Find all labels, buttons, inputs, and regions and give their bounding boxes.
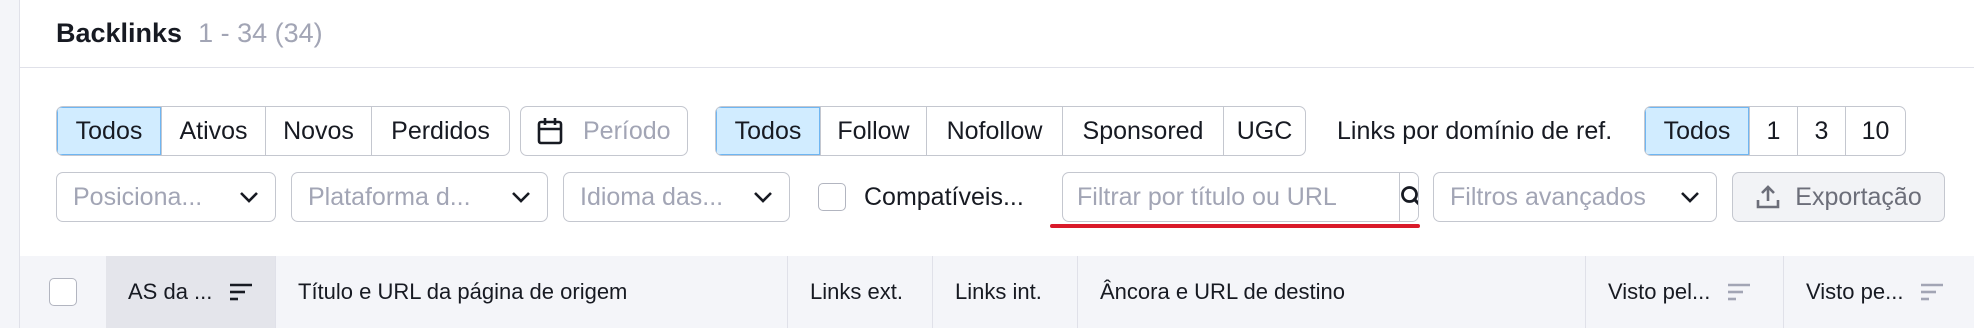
column-label: Âncora e URL de destino — [1100, 279, 1345, 304]
sort-icon — [230, 283, 253, 301]
type-option-ugc[interactable]: UGC — [1223, 107, 1305, 155]
compatible-label: Compatíveis... — [864, 182, 1024, 211]
links-per-domain-label: Links por domínio de ref. — [1337, 116, 1613, 145]
page-title: Backlinks — [56, 18, 183, 48]
search-icon — [1401, 186, 1418, 206]
export-label: Exportação — [1795, 182, 1922, 211]
position-dropdown[interactable]: Posiciona... — [56, 172, 276, 222]
status-option-ativos[interactable]: Ativos — [161, 107, 265, 155]
left-rail — [0, 0, 20, 328]
status-filter: Todos Ativos Novos Perdidos — [56, 106, 510, 156]
links-option-1[interactable]: 1 — [1749, 107, 1797, 155]
sort-icon — [1728, 283, 1751, 301]
column-label: Título e URL da página de origem — [298, 279, 628, 304]
column-last-seen[interactable]: Visto pe... — [1784, 256, 1974, 328]
calendar-icon — [537, 118, 563, 145]
column-label: Visto pe... — [1806, 279, 1904, 304]
column-authority-score[interactable]: AS da ... — [106, 256, 276, 328]
links-per-domain-filter: Todos 1 3 10 — [1644, 106, 1906, 156]
sort-icon — [1921, 283, 1944, 301]
status-option-todos[interactable]: Todos — [57, 107, 161, 155]
chevron-down-icon — [240, 192, 258, 203]
links-option-todos[interactable]: Todos — [1645, 107, 1749, 155]
type-option-follow[interactable]: Follow — [820, 107, 926, 155]
advanced-filters-label: Filtros avançados — [1450, 182, 1646, 211]
period-label: Período — [583, 116, 671, 145]
column-first-seen[interactable]: Visto pel... — [1586, 256, 1784, 328]
platform-dropdown[interactable]: Plataforma d... — [291, 172, 548, 222]
type-option-nofollow[interactable]: Nofollow — [926, 107, 1062, 155]
select-all-cell — [20, 256, 106, 328]
column-internal-links[interactable]: Links int. — [933, 256, 1078, 328]
type-option-sponsored[interactable]: Sponsored — [1062, 107, 1223, 155]
chevron-down-icon — [1681, 192, 1699, 203]
column-label: Links ext. — [810, 279, 903, 304]
compatible-checkbox[interactable] — [818, 183, 846, 211]
search-group — [1062, 172, 1419, 222]
search-highlight-underline — [1050, 224, 1420, 228]
period-picker[interactable]: Período — [520, 106, 688, 156]
export-button[interactable]: Exportação — [1732, 172, 1945, 222]
column-label: AS da ... — [128, 279, 213, 304]
type-option-todos[interactable]: Todos — [716, 107, 820, 155]
language-dropdown[interactable]: Idioma das... — [563, 172, 790, 222]
status-option-novos[interactable]: Novos — [265, 107, 371, 155]
position-dropdown-label: Posiciona... — [73, 182, 203, 211]
link-type-filter: Todos Follow Nofollow Sponsored UGC — [715, 106, 1306, 156]
search-input[interactable] — [1063, 173, 1399, 221]
column-source-page[interactable]: Título e URL da página de origem — [276, 256, 788, 328]
search-button[interactable] — [1399, 173, 1418, 221]
column-external-links[interactable]: Links ext. — [788, 256, 933, 328]
advanced-filters-dropdown[interactable]: Filtros avançados — [1433, 172, 1717, 222]
column-label: Links int. — [955, 279, 1042, 304]
language-dropdown-label: Idioma das... — [580, 182, 724, 211]
platform-dropdown-label: Plataforma d... — [308, 182, 471, 211]
result-count: 1 - 34 (34) — [198, 18, 323, 48]
table-header: AS da ... Título e URL da página de orig… — [20, 256, 1974, 328]
section-header: Backlinks 1 - 34 (34) — [20, 0, 1974, 68]
column-anchor-target[interactable]: Âncora e URL de destino — [1078, 256, 1586, 328]
compatible-toggle[interactable]: Compatíveis... — [818, 172, 1024, 222]
upload-icon — [1756, 185, 1780, 209]
links-option-3[interactable]: 3 — [1797, 107, 1845, 155]
links-option-10[interactable]: 10 — [1845, 107, 1905, 155]
select-all-checkbox[interactable] — [49, 278, 77, 306]
column-label: Visto pel... — [1608, 279, 1711, 304]
chevron-down-icon — [512, 192, 530, 203]
chevron-down-icon — [754, 192, 772, 203]
status-option-perdidos[interactable]: Perdidos — [371, 107, 509, 155]
